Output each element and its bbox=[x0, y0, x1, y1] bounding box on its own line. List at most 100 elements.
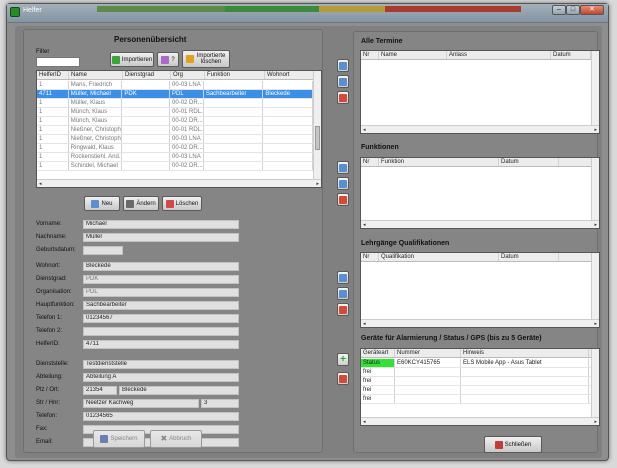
hauptfunktion-field[interactable]: Sachbearbeiter bbox=[83, 301, 239, 310]
horizontal-scrollbar[interactable]: ◂ ▸ bbox=[361, 125, 599, 133]
column-header[interactable]: Nr bbox=[361, 158, 379, 166]
delete-button[interactable]: Löschen bbox=[162, 196, 202, 211]
column-header[interactable]: Geräteart bbox=[361, 349, 395, 357]
column-header[interactable]: Nummer bbox=[395, 349, 461, 357]
scroll-right-icon[interactable]: ▸ bbox=[594, 419, 597, 425]
help-button[interactable]: ? bbox=[157, 52, 179, 67]
person-grid[interactable]: HelferID Name Dienstgrad Org Funktion Wo… bbox=[36, 70, 322, 188]
horizontal-scrollbar[interactable]: ◂ ▸ bbox=[361, 319, 599, 327]
table-row[interactable]: 1 Münch, Klaus 00-01 RDL... bbox=[37, 108, 314, 117]
column-header[interactable]: Nr bbox=[361, 253, 379, 261]
edit-function-button[interactable] bbox=[337, 177, 349, 190]
grid-vertical-scrollbar[interactable] bbox=[313, 71, 321, 179]
device-row[interactable]: frei bbox=[361, 395, 591, 404]
wohnort-field[interactable]: Bleckede bbox=[83, 262, 239, 271]
vertical-scrollbar[interactable] bbox=[591, 349, 599, 417]
house-number-field[interactable]: 3 bbox=[201, 399, 239, 408]
add-appointment-button[interactable] bbox=[337, 59, 349, 72]
column-header[interactable]: Nr bbox=[361, 51, 379, 59]
functions-grid[interactable]: Nr Funktion Datum ◂ ▸ bbox=[360, 157, 600, 229]
scroll-right-icon[interactable]: ▸ bbox=[594, 321, 597, 327]
close-button[interactable]: Schließen bbox=[484, 436, 542, 453]
add-device-button[interactable]: + bbox=[337, 353, 349, 366]
table-row[interactable]: 1 Nießner, Christoph 00-03 LNA bbox=[37, 135, 314, 144]
delete-imported-button[interactable]: Importierte löschen bbox=[182, 50, 230, 68]
helferid-field[interactable]: 4711 bbox=[83, 340, 239, 349]
vorname-field[interactable]: Michael bbox=[83, 220, 239, 229]
device-row[interactable]: frei bbox=[361, 368, 591, 377]
edit-button[interactable]: Ändern bbox=[123, 196, 159, 211]
save-button[interactable]: Speichern bbox=[93, 430, 145, 448]
table-row[interactable]: 4711 Müller, Michael PDK PDL Sachbearbeiter B… bbox=[37, 90, 314, 99]
scroll-left-icon[interactable]: ◂ bbox=[363, 419, 366, 425]
remove-device-button[interactable] bbox=[337, 372, 349, 385]
telefon2-field[interactable] bbox=[83, 327, 239, 336]
minimize-button[interactable]: – bbox=[552, 5, 566, 15]
scroll-left-icon[interactable]: ◂ bbox=[363, 222, 366, 228]
appointments-grid[interactable]: Nr Name Anlass Datum ◂ ▸ bbox=[360, 50, 600, 134]
close-window-button[interactable]: ✕ bbox=[580, 5, 604, 15]
remove-function-button[interactable] bbox=[337, 193, 349, 206]
add-course-button[interactable] bbox=[337, 271, 349, 284]
remove-appointment-button[interactable] bbox=[337, 91, 349, 104]
zip-field[interactable]: 21354 bbox=[83, 386, 117, 395]
devices-grid[interactable]: Geräteart Nummer Hinweis Status E60KCY415… bbox=[360, 348, 600, 426]
grid-horizontal-scrollbar[interactable]: ◂ ▸ bbox=[37, 179, 321, 187]
edit-course-button[interactable] bbox=[337, 287, 349, 300]
city-field[interactable]: Bleckede bbox=[119, 386, 239, 395]
horizontal-scrollbar[interactable]: ◂ ▸ bbox=[361, 220, 599, 228]
geburtsdatum-field[interactable] bbox=[83, 246, 123, 255]
table-row[interactable]: 1 Müller, Klaus 00-02 DR... bbox=[37, 99, 314, 108]
dienststelle-field[interactable]: Testdienststelle bbox=[83, 360, 239, 369]
telefon-field[interactable]: 01234565 bbox=[83, 412, 239, 421]
column-header[interactable]: Wohnort bbox=[265, 71, 315, 79]
column-header[interactable]: Hinweis bbox=[461, 349, 589, 357]
column-header[interactable]: Datum bbox=[551, 51, 591, 59]
column-header[interactable]: Funktion bbox=[205, 71, 265, 79]
scroll-left-icon[interactable]: ◂ bbox=[39, 181, 42, 187]
scroll-left-icon[interactable]: ◂ bbox=[363, 321, 366, 327]
column-header[interactable]: Org bbox=[171, 71, 205, 79]
table-row[interactable]: 1 Rockenstiehl, And... 00-03 LNA bbox=[37, 153, 314, 162]
column-header[interactable]: Datum bbox=[499, 253, 559, 261]
column-header[interactable]: Qualifikation bbox=[379, 253, 499, 261]
device-row[interactable]: Status E60KCY415765 ELS Mobile App - Asus … bbox=[361, 359, 591, 368]
table-row[interactable]: 1 Mans, Friedrich 00-03 LNA bbox=[37, 81, 314, 90]
column-header[interactable]: Name bbox=[379, 51, 447, 59]
maximize-button[interactable]: □ bbox=[566, 5, 580, 15]
add-function-button[interactable] bbox=[337, 161, 349, 174]
vertical-scrollbar[interactable] bbox=[591, 253, 599, 319]
dienstgrad-field[interactable]: PDK bbox=[83, 275, 239, 284]
column-header[interactable]: HelferID bbox=[37, 71, 69, 79]
vertical-scrollbar[interactable] bbox=[591, 51, 599, 125]
import-button[interactable]: Importieren bbox=[110, 52, 154, 67]
device-row[interactable]: frei bbox=[361, 386, 591, 395]
courses-grid[interactable]: Nr Qualifikation Datum ◂ ▸ bbox=[360, 252, 600, 328]
column-header[interactable]: Funktion bbox=[379, 158, 499, 166]
nachname-field[interactable]: Müller bbox=[83, 233, 239, 242]
abteilung-field[interactable]: Abteilung A bbox=[83, 373, 239, 382]
scroll-right-icon[interactable]: ▸ bbox=[594, 127, 597, 133]
table-row[interactable]: 1 Ringwald, Klaus 00-02 DR... bbox=[37, 144, 314, 153]
horizontal-scrollbar[interactable]: ◂ ▸ bbox=[361, 417, 599, 425]
column-header[interactable]: Datum bbox=[499, 158, 559, 166]
table-row[interactable]: 1 Nießner, Christoph 00-01 RDL... bbox=[37, 126, 314, 135]
scroll-right-icon[interactable]: ▸ bbox=[316, 181, 319, 187]
organisation-field[interactable]: PDL bbox=[83, 288, 239, 297]
edit-appointment-button[interactable] bbox=[337, 75, 349, 88]
scroll-left-icon[interactable]: ◂ bbox=[363, 127, 366, 133]
column-header[interactable]: Dienstgrad bbox=[123, 71, 171, 79]
cancel-button[interactable]: ✖ Abbruch bbox=[150, 430, 202, 448]
table-row[interactable]: 1 Schindel, Michael 00-02 DR... bbox=[37, 162, 314, 171]
column-header[interactable]: Name bbox=[69, 71, 123, 79]
vertical-scrollbar[interactable] bbox=[591, 158, 599, 220]
new-button[interactable]: Neu bbox=[84, 196, 120, 211]
filter-input[interactable] bbox=[36, 57, 80, 67]
street-field[interactable]: Neetzer Kachweg bbox=[83, 399, 199, 408]
device-row[interactable]: frei bbox=[361, 377, 591, 386]
scroll-right-icon[interactable]: ▸ bbox=[594, 222, 597, 228]
column-header[interactable]: Anlass bbox=[447, 51, 551, 59]
telefon1-field[interactable]: 01234567 bbox=[83, 314, 239, 323]
table-row[interactable]: 1 Münch, Klaus 00-02 DR... bbox=[37, 117, 314, 126]
scroll-thumb[interactable] bbox=[315, 126, 320, 150]
